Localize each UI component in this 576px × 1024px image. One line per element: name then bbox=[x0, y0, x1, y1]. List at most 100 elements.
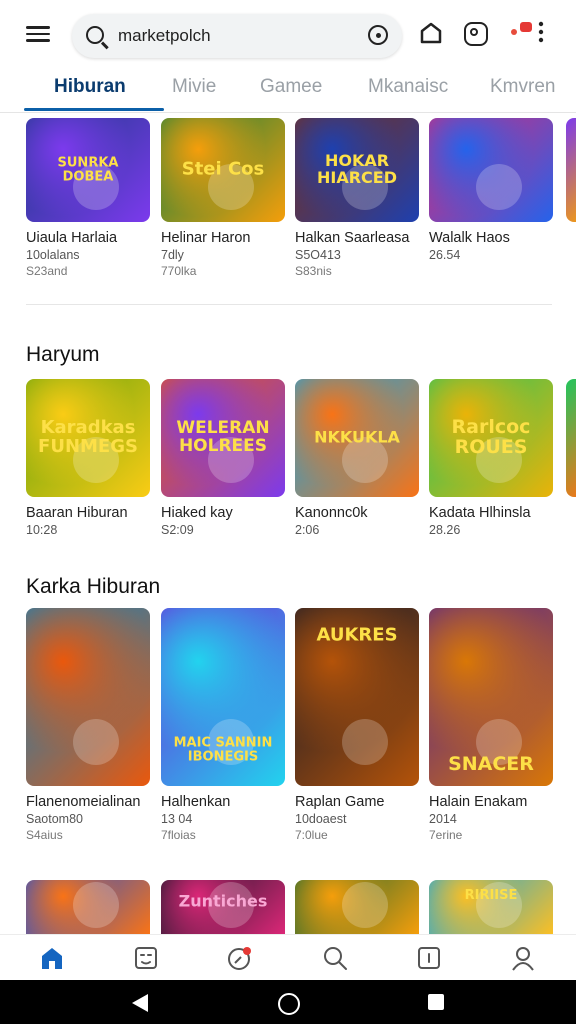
game-thumbnail: Rarlcoc ROUES bbox=[429, 379, 553, 497]
card-title: Halhenkan bbox=[161, 794, 231, 810]
thumbnail-art-text: HOKAR HIARCED bbox=[317, 151, 397, 187]
thumbnail-art-text: SUNRKA DOBEA bbox=[57, 155, 119, 184]
top-bar: marketpolch bbox=[0, 0, 576, 72]
cast-icon[interactable] bbox=[464, 22, 488, 46]
card-subtitle: 10doaest bbox=[295, 812, 347, 826]
home-circle-icon[interactable] bbox=[278, 993, 300, 1015]
thumbnail-art-text: AUKRES bbox=[316, 625, 398, 647]
game-card[interactable] bbox=[26, 880, 150, 934]
game-thumbnail: RIRIISE bbox=[429, 880, 553, 934]
card-subtitle: 2:06 bbox=[295, 523, 320, 537]
smiley-icon[interactable] bbox=[133, 945, 159, 971]
game-card[interactable]: Zuntiches bbox=[161, 880, 285, 934]
tab-kmvren[interactable]: Kmvren bbox=[490, 76, 555, 98]
system-navigation-bar bbox=[0, 980, 576, 1024]
card-title: Halain Enakam bbox=[429, 794, 528, 810]
game-thumbnail: AUKRES bbox=[295, 608, 419, 786]
character-art bbox=[476, 163, 523, 210]
game-thumbnail: HOKAR HIARCED bbox=[295, 118, 419, 222]
game-thumbnail: SNACER bbox=[429, 608, 553, 786]
card-subtitle: 26.54 bbox=[429, 248, 461, 262]
game-card[interactable]: Rarlcoc ROUES Kadata Hlhinsla 28.26 bbox=[429, 379, 553, 537]
bottom-navigation bbox=[0, 934, 576, 981]
game-card[interactable]: MAIC SANNIN IBONEGIS Halhenkan 13 04 7fl… bbox=[161, 608, 285, 842]
card-meta: 7:0lue bbox=[295, 828, 328, 842]
game-thumbnail bbox=[26, 880, 150, 934]
game-thumbnail bbox=[429, 118, 553, 222]
search-icon[interactable] bbox=[322, 945, 348, 971]
card-meta: S83nis bbox=[295, 264, 332, 278]
card-title: Baaran Hiburan bbox=[26, 505, 128, 521]
card-subtitle: S2:09 bbox=[161, 523, 194, 537]
thumbnail-art-text: SNACER bbox=[448, 752, 534, 775]
menu-button[interactable] bbox=[24, 22, 52, 48]
game-thumbnail: Zuntiches bbox=[161, 880, 285, 934]
partial-game-thumbnail[interactable] bbox=[566, 379, 576, 497]
game-card[interactable]: RIRIISE bbox=[429, 880, 553, 934]
game-card[interactable]: NKKUKLA Kanonnc0k 2:06 bbox=[295, 379, 419, 537]
card-subtitle: 13 04 bbox=[161, 812, 193, 826]
home-icon[interactable] bbox=[39, 945, 65, 971]
explore-icon[interactable] bbox=[226, 945, 252, 971]
tab-gamee[interactable]: Gamee bbox=[260, 76, 322, 98]
tab-mkanaisc[interactable]: Mkanaisc bbox=[368, 76, 448, 98]
card-subtitle: 28.26 bbox=[429, 523, 461, 537]
thumbnail-art-text: NKKUKLA bbox=[314, 427, 400, 447]
game-card[interactable]: Walalk Haos 26.54 bbox=[429, 118, 553, 264]
character-art bbox=[73, 718, 120, 765]
thumbnail-art-text: Karadkas FUNMEGS bbox=[38, 417, 138, 457]
game-thumbnail: NKKUKLA bbox=[295, 379, 419, 497]
back-icon[interactable] bbox=[132, 994, 148, 1012]
recent-apps-icon[interactable] bbox=[428, 994, 444, 1010]
card-subtitle: 10:28 bbox=[26, 523, 58, 537]
thumbnail-art-text: Stei Cos bbox=[181, 158, 265, 180]
game-card[interactable]: AUKRES Raplan Game 10doaest 7:0lue bbox=[295, 608, 419, 842]
game-card[interactable]: Stei Cos Helinar Haron 7dly 770lka bbox=[161, 118, 285, 278]
game-thumbnail: Stei Cos bbox=[161, 118, 285, 222]
game-card[interactable] bbox=[295, 880, 419, 934]
game-thumbnail: WELERAN HOLREES bbox=[161, 379, 285, 497]
card-title: Hiaked kay bbox=[161, 505, 233, 521]
game-thumbnail: MAIC SANNIN IBONEGIS bbox=[161, 608, 285, 786]
tab-hiburan[interactable]: Hiburan bbox=[54, 76, 126, 98]
home-icon[interactable] bbox=[420, 22, 442, 44]
card-subtitle: 2014 bbox=[429, 812, 457, 826]
card-subtitle: S5O413 bbox=[295, 248, 341, 262]
game-card[interactable]: SNACER Halain Enakam 2014 7erine bbox=[429, 608, 553, 842]
card-title: Flanenomeialinan bbox=[26, 794, 141, 810]
search-input[interactable]: marketpolch bbox=[118, 26, 211, 46]
card-title: Raplan Game bbox=[295, 794, 385, 810]
library-icon[interactable] bbox=[416, 945, 442, 971]
card-title: Kanonnc0k bbox=[295, 505, 368, 521]
game-card[interactable]: SUNRKA DOBEA Uiaula Harlaia 10olalans S2… bbox=[26, 118, 150, 278]
card-subtitle: 10olalans bbox=[26, 248, 80, 262]
card-title: Walalk Haos bbox=[429, 230, 510, 246]
game-card[interactable]: Flanenomeialinan Saotom80 S4aius bbox=[26, 608, 150, 842]
thumbnail-art-text: MAIC SANNIN IBONEGIS bbox=[173, 735, 273, 765]
partial-game-thumbnail[interactable] bbox=[566, 118, 576, 222]
card-subtitle: Saotom80 bbox=[26, 812, 83, 826]
character-art bbox=[73, 881, 120, 928]
game-card[interactable]: Karadkas FUNMEGS Baaran Hiburan 10:28 bbox=[26, 379, 150, 537]
card-meta: 7floias bbox=[161, 828, 196, 842]
section-title: Haryum bbox=[26, 343, 100, 366]
character-art bbox=[342, 718, 389, 765]
tab-mivie[interactable]: Mivie bbox=[172, 76, 216, 98]
card-meta: S23and bbox=[26, 264, 68, 278]
search-bar[interactable]: marketpolch bbox=[72, 14, 402, 58]
category-tabs: Hiburan Mivie Gamee Mkanaisc Kmvren bbox=[0, 66, 576, 113]
card-title: Halkan Saarleasa bbox=[295, 230, 410, 246]
profile-icon[interactable] bbox=[510, 945, 536, 971]
thumbnail-art-text: Rarlcoc ROUES bbox=[451, 416, 531, 458]
game-thumbnail bbox=[26, 608, 150, 786]
notification-icon[interactable] bbox=[508, 18, 548, 50]
card-meta: 770lka bbox=[161, 264, 197, 278]
game-card[interactable]: HOKAR HIARCED Halkan Saarleasa S5O413 S8… bbox=[295, 118, 419, 278]
lens-icon[interactable] bbox=[368, 25, 388, 45]
character-art bbox=[342, 881, 389, 928]
thumbnail-art-text: Zuntiches bbox=[178, 891, 268, 911]
section-title: Karka Hiburan bbox=[26, 575, 161, 598]
game-card[interactable]: WELERAN HOLREES Hiaked kay S2:09 bbox=[161, 379, 285, 537]
card-meta: S4aius bbox=[26, 828, 63, 842]
card-title: Uiaula Harlaia bbox=[26, 230, 118, 246]
